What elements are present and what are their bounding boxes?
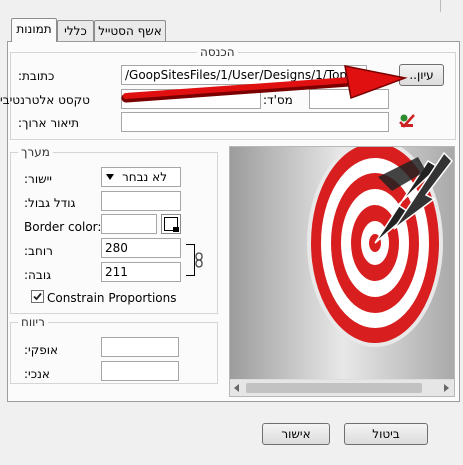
align-label: :יישור (24, 172, 52, 186)
tab-general[interactable]: כללי (57, 20, 94, 42)
window-top-edge (0, 0, 463, 12)
height-label: :גובה (24, 268, 52, 282)
scroll-left-icon[interactable] (234, 384, 239, 392)
cancel-button[interactable]: ביטול (344, 423, 428, 445)
color-picker-icon[interactable] (161, 214, 181, 234)
preview-scrollbar[interactable] (230, 379, 454, 396)
vertical-spacing-label: :אנכי (24, 367, 50, 381)
alt-text-label: טקסט אלטרנטיבי (0, 93, 90, 107)
window-top-arrow (440, 0, 458, 12)
general-group-title: הכנסה (197, 45, 238, 59)
width-label: :רוחב (24, 244, 53, 258)
long-description-label: :תיאור ארוך (18, 116, 80, 130)
chevron-down-icon (106, 174, 114, 180)
proportion-bracket (186, 244, 195, 276)
css-editor-icon[interactable] (398, 112, 418, 130)
border-color-input[interactable] (101, 214, 157, 234)
border-size-label: :גודל גבול (24, 196, 76, 210)
layout-group-title: מערך (18, 145, 53, 159)
spacing-group-title: ריווח (18, 315, 48, 329)
long-description-input[interactable] (121, 112, 389, 132)
image-preview (229, 146, 455, 397)
align-select-value: לא נבחר (122, 170, 168, 184)
tab-images[interactable]: תמונות (11, 18, 57, 42)
target-image (230, 147, 454, 379)
checkmark-icon (33, 292, 42, 301)
ok-button[interactable]: אישור (262, 423, 330, 445)
width-input[interactable]: 280 (101, 238, 181, 258)
vertical-spacing-input[interactable] (101, 361, 179, 381)
border-color-label: Border color: (24, 220, 102, 234)
scroll-right-icon[interactable] (444, 384, 449, 392)
tab-style-wizard[interactable]: אשף הסטייל (94, 20, 166, 42)
scroll-thumb[interactable] (246, 383, 422, 393)
height-input[interactable]: 211 (101, 262, 181, 282)
align-select[interactable]: לא נבחר (101, 167, 181, 187)
border-size-input[interactable] (101, 191, 181, 211)
horizontal-spacing-input[interactable] (101, 337, 179, 357)
url-label: :כתובת (18, 69, 55, 83)
constrain-label: Constrain Proportions (47, 291, 177, 305)
chain-link-icon[interactable] (195, 252, 203, 268)
constrain-checkbox[interactable] (31, 290, 44, 303)
annotation-arrow (121, 65, 408, 103)
horizontal-spacing-label: :אופקי (24, 343, 59, 357)
